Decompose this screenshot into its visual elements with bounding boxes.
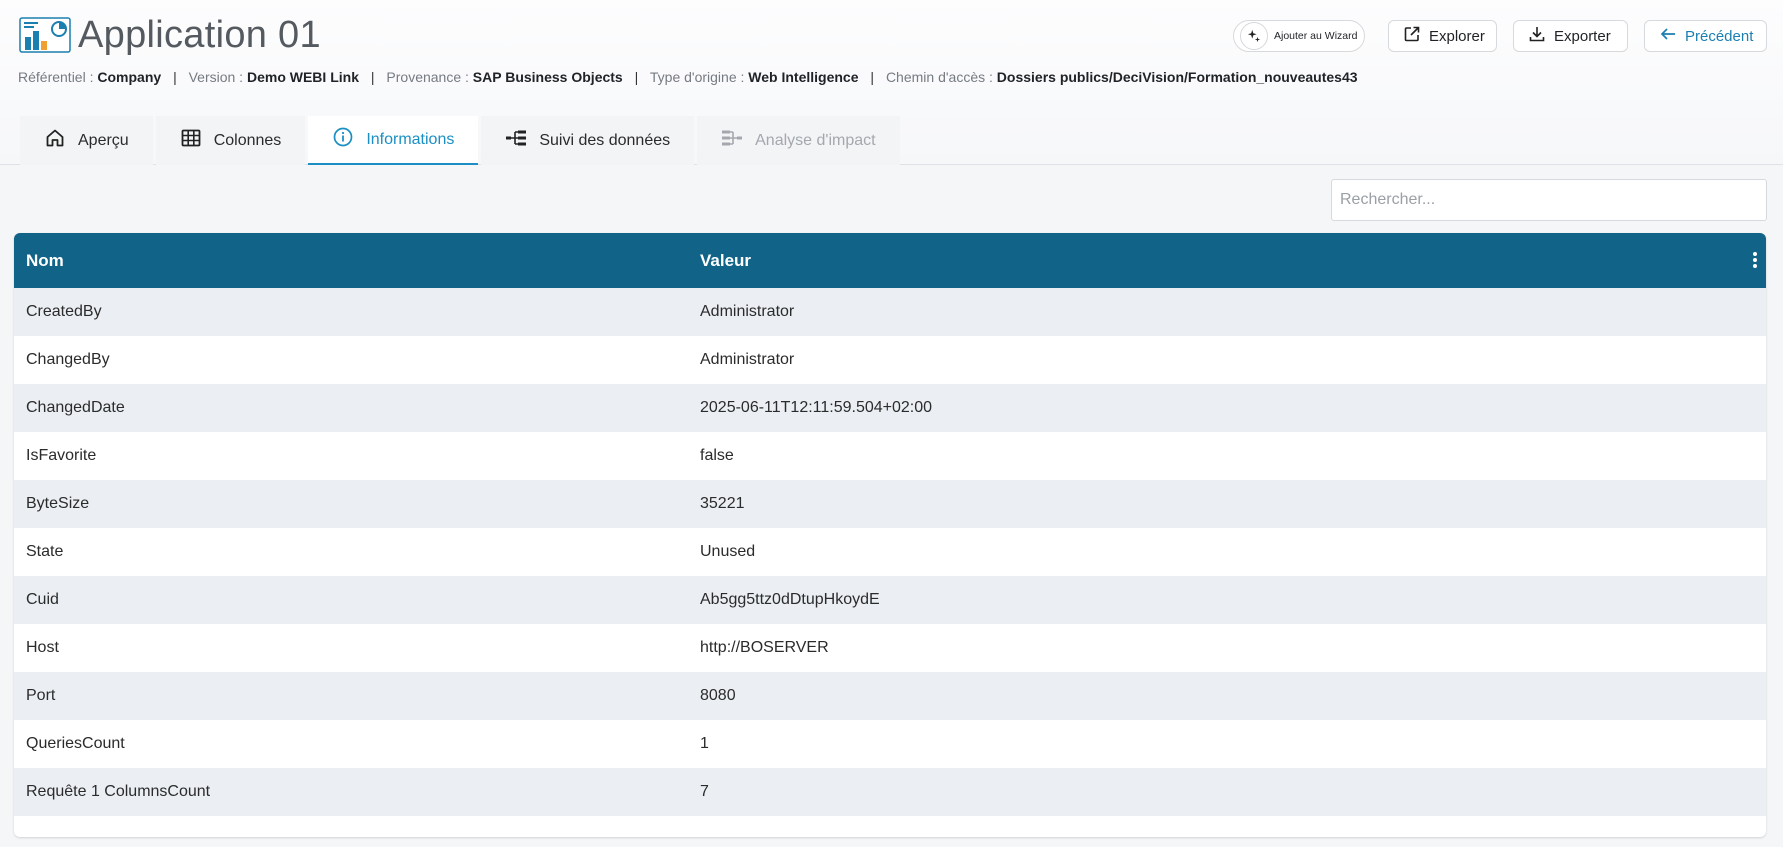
previous-label: Précédent (1685, 27, 1754, 45)
table-row[interactable]: ByteSize 35221 (14, 480, 1766, 528)
export-button[interactable]: Exporter (1513, 20, 1628, 52)
tab-suivi-donnees[interactable]: Suivi des données (481, 116, 695, 165)
table-body: CreatedBy Administrator ChangedBy Admini… (14, 288, 1766, 816)
table-row[interactable]: ChangedBy Administrator (14, 336, 1766, 384)
information-table: Nom Valeur CreatedBy Administrator Chang… (14, 233, 1766, 837)
tab-bar: Aperçu Colonnes Informations Suivi des d… (20, 116, 903, 165)
table-row[interactable]: Requête 1 ColumnsCount 7 (14, 768, 1766, 816)
cell-valeur: Administrator (700, 303, 795, 320)
table-row[interactable]: QueriesCount 1 (14, 720, 1766, 768)
home-icon (44, 127, 66, 154)
meta-separator: | (173, 69, 177, 85)
tab-informations[interactable]: Informations (308, 116, 479, 165)
tab-apercu[interactable]: Aperçu (20, 116, 153, 165)
cell-nom: Requête 1 ColumnsCount (26, 783, 211, 800)
cell-valeur: http://BOSERVER (700, 639, 829, 656)
cell-nom: State (26, 543, 64, 560)
meta-referentiel-label: Référentiel : (18, 69, 94, 85)
metadata-line: Référentiel : Company | Version : Demo W… (18, 69, 1358, 85)
cell-nom: QueriesCount (26, 735, 125, 752)
meta-version-label: Version : (188, 69, 244, 85)
table-row[interactable]: ChangedDate 2025-06-11T12:11:59.504+02:0… (14, 384, 1766, 432)
explorer-button[interactable]: Explorer (1388, 20, 1497, 52)
cell-valeur: false (700, 447, 734, 464)
arrow-left-icon (1659, 25, 1677, 47)
tab-label: Analyse d'impact (755, 131, 876, 149)
meta-provenance-value: SAP Business Objects (472, 69, 623, 85)
table-row[interactable]: CreatedBy Administrator (14, 288, 1766, 336)
page-header: Application 01 Référentiel : Company | V… (0, 0, 1783, 165)
download-icon (1528, 25, 1546, 47)
meta-referentiel-value: Company (97, 69, 162, 85)
export-label: Exporter (1554, 27, 1611, 45)
table-row[interactable]: Cuid Ab5gg5ttz0dDtupHkoydE (14, 576, 1766, 624)
column-header-nom[interactable]: Nom (26, 251, 64, 271)
meta-chemin-value: Dossiers publics/DeciVision/Formation_no… (996, 69, 1358, 85)
impact-analysis-icon (721, 127, 743, 154)
meta-type-value: Web Intelligence (748, 69, 859, 85)
cell-valeur: 7 (700, 783, 709, 800)
meta-chemin-label: Chemin d'accès : (885, 69, 993, 85)
meta-separator: | (870, 69, 875, 85)
cell-valeur: 8080 (700, 687, 736, 704)
cell-nom: ChangedDate (26, 399, 125, 416)
cell-nom: CreatedBy (26, 303, 102, 320)
add-to-wizard-button[interactable]: Ajouter au Wizard (1233, 20, 1365, 52)
tab-label: Suivi des données (539, 131, 671, 149)
previous-button[interactable]: Précédent (1644, 20, 1767, 52)
tab-label: Aperçu (78, 131, 129, 149)
meta-type-label: Type d'origine : (649, 69, 745, 85)
meta-provenance-label: Provenance : (386, 69, 469, 85)
cell-nom: Cuid (26, 591, 59, 608)
info-icon (332, 126, 354, 153)
meta-separator: | (634, 69, 639, 85)
table-row[interactable]: State Unused (14, 528, 1766, 576)
cell-valeur: Unused (700, 543, 756, 560)
cell-valeur: 2025-06-11T12:11:59.504+02:00 (700, 399, 933, 416)
cell-nom: IsFavorite (26, 447, 97, 464)
add-to-wizard-label: Ajouter au Wizard (1274, 30, 1358, 42)
cell-valeur: 35221 (700, 495, 745, 512)
cell-valeur: Administrator (700, 351, 795, 368)
meta-separator: | (370, 69, 375, 85)
sparkle-icon (1240, 22, 1268, 50)
table-header: Nom Valeur (14, 233, 1766, 288)
more-vertical-icon[interactable] (1752, 252, 1758, 268)
cell-valeur: Ab5gg5ttz0dDtupHkoydE (700, 591, 880, 608)
cell-nom: Host (26, 639, 59, 656)
page-title: Application 01 (78, 14, 321, 56)
tab-label: Colonnes (213, 131, 282, 149)
cell-nom: ChangedBy (26, 351, 110, 368)
column-header-valeur[interactable]: Valeur (700, 251, 751, 271)
meta-version-value: Demo WEBI Link (246, 69, 359, 85)
table-row[interactable]: IsFavorite false (14, 432, 1766, 480)
tab-analyse-impact[interactable]: Analyse d'impact (697, 116, 900, 165)
tab-label: Informations (366, 130, 455, 148)
report-chart-icon (19, 17, 71, 53)
cell-nom: Port (26, 687, 56, 704)
table-row[interactable]: Port 8080 (14, 672, 1766, 720)
tab-colonnes[interactable]: Colonnes (155, 116, 306, 165)
search-input[interactable] (1331, 179, 1767, 221)
table-grid-icon (180, 127, 202, 154)
lineage-tree-icon (505, 127, 527, 154)
cell-valeur: 1 (700, 735, 709, 752)
external-link-icon (1403, 25, 1421, 47)
explorer-label: Explorer (1429, 27, 1485, 45)
table-row[interactable]: Host http://BOSERVER (14, 624, 1766, 672)
cell-nom: ByteSize (26, 495, 90, 512)
